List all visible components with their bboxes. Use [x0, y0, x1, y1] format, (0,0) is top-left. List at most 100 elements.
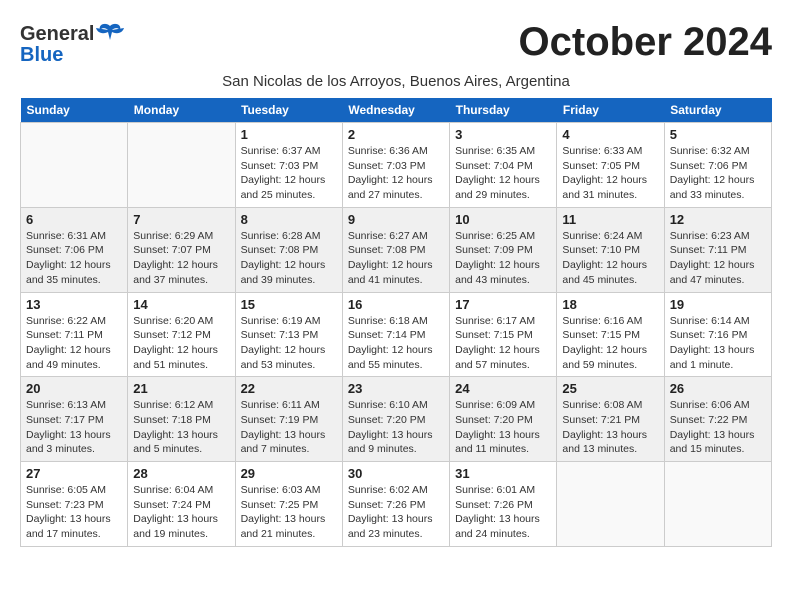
day-info: Sunrise: 6:13 AMSunset: 7:17 PMDaylight:…	[26, 398, 122, 457]
calendar-cell: 16 Sunrise: 6:18 AMSunset: 7:14 PMDayligh…	[342, 292, 449, 377]
calendar-cell	[664, 462, 771, 547]
calendar-cell: 27 Sunrise: 6:05 AMSunset: 7:23 PMDayligh…	[21, 462, 128, 547]
calendar-cell: 9 Sunrise: 6:27 AMSunset: 7:08 PMDaylight…	[342, 207, 449, 292]
day-info: Sunrise: 6:09 AMSunset: 7:20 PMDaylight:…	[455, 398, 551, 457]
calendar-day-header: Sunday	[21, 98, 128, 123]
day-info: Sunrise: 6:14 AMSunset: 7:16 PMDaylight:…	[670, 314, 766, 373]
page-header: General Blue October 2024	[20, 20, 772, 67]
day-number: 29	[241, 466, 337, 481]
day-number: 27	[26, 466, 122, 481]
calendar-cell: 1 Sunrise: 6:37 AMSunset: 7:03 PMDaylight…	[235, 123, 342, 208]
day-info: Sunrise: 6:27 AMSunset: 7:08 PMDaylight:…	[348, 229, 444, 288]
calendar-cell: 18 Sunrise: 6:16 AMSunset: 7:15 PMDayligh…	[557, 292, 664, 377]
calendar-cell: 7 Sunrise: 6:29 AMSunset: 7:07 PMDaylight…	[128, 207, 235, 292]
day-info: Sunrise: 6:28 AMSunset: 7:08 PMDaylight:…	[241, 229, 337, 288]
day-info: Sunrise: 6:18 AMSunset: 7:14 PMDaylight:…	[348, 314, 444, 373]
day-number: 28	[133, 466, 229, 481]
day-number: 9	[348, 212, 444, 227]
day-number: 12	[670, 212, 766, 227]
day-info: Sunrise: 6:33 AMSunset: 7:05 PMDaylight:…	[562, 144, 658, 203]
day-info: Sunrise: 6:29 AMSunset: 7:07 PMDaylight:…	[133, 229, 229, 288]
month-title: October 2024	[519, 20, 772, 65]
calendar-cell: 17 Sunrise: 6:17 AMSunset: 7:15 PMDayligh…	[450, 292, 557, 377]
calendar-cell: 3 Sunrise: 6:35 AMSunset: 7:04 PMDaylight…	[450, 123, 557, 208]
day-number: 13	[26, 297, 122, 312]
day-info: Sunrise: 6:35 AMSunset: 7:04 PMDaylight:…	[455, 144, 551, 203]
calendar-cell: 25 Sunrise: 6:08 AMSunset: 7:21 PMDayligh…	[557, 377, 664, 462]
calendar-subtitle: San Nicolas de los Arroyos, Buenos Aires…	[20, 73, 772, 90]
calendar-cell	[557, 462, 664, 547]
calendar-table: SundayMondayTuesdayWednesdayThursdayFrid…	[20, 98, 772, 547]
day-info: Sunrise: 6:20 AMSunset: 7:12 PMDaylight:…	[133, 314, 229, 373]
day-number: 7	[133, 212, 229, 227]
day-number: 5	[670, 127, 766, 142]
day-number: 24	[455, 381, 551, 396]
day-info: Sunrise: 6:03 AMSunset: 7:25 PMDaylight:…	[241, 483, 337, 542]
day-number: 11	[562, 212, 658, 227]
day-number: 17	[455, 297, 551, 312]
day-info: Sunrise: 6:06 AMSunset: 7:22 PMDaylight:…	[670, 398, 766, 457]
calendar-cell: 24 Sunrise: 6:09 AMSunset: 7:20 PMDayligh…	[450, 377, 557, 462]
calendar-cell: 23 Sunrise: 6:10 AMSunset: 7:20 PMDayligh…	[342, 377, 449, 462]
calendar-week-row: 1 Sunrise: 6:37 AMSunset: 7:03 PMDaylight…	[21, 123, 772, 208]
calendar-cell: 5 Sunrise: 6:32 AMSunset: 7:06 PMDaylight…	[664, 123, 771, 208]
calendar-day-header: Monday	[128, 98, 235, 123]
day-number: 22	[241, 381, 337, 396]
calendar-cell	[128, 123, 235, 208]
calendar-cell: 29 Sunrise: 6:03 AMSunset: 7:25 PMDayligh…	[235, 462, 342, 547]
logo-bird-icon	[96, 20, 124, 48]
day-info: Sunrise: 6:23 AMSunset: 7:11 PMDaylight:…	[670, 229, 766, 288]
calendar-day-header: Wednesday	[342, 98, 449, 123]
day-info: Sunrise: 6:25 AMSunset: 7:09 PMDaylight:…	[455, 229, 551, 288]
day-number: 16	[348, 297, 444, 312]
day-info: Sunrise: 6:32 AMSunset: 7:06 PMDaylight:…	[670, 144, 766, 203]
day-number: 21	[133, 381, 229, 396]
day-info: Sunrise: 6:36 AMSunset: 7:03 PMDaylight:…	[348, 144, 444, 203]
day-number: 30	[348, 466, 444, 481]
day-info: Sunrise: 6:08 AMSunset: 7:21 PMDaylight:…	[562, 398, 658, 457]
logo: General Blue	[20, 20, 124, 67]
calendar-cell: 26Sunrise: 6:06 AMSunset: 7:22 PMDayligh…	[664, 377, 771, 462]
day-info: Sunrise: 6:16 AMSunset: 7:15 PMDaylight:…	[562, 314, 658, 373]
calendar-cell: 22Sunrise: 6:11 AMSunset: 7:19 PMDayligh…	[235, 377, 342, 462]
day-number: 25	[562, 381, 658, 396]
day-info: Sunrise: 6:31 AMSunset: 7:06 PMDaylight:…	[26, 229, 122, 288]
calendar-cell: 4Sunrise: 6:33 AMSunset: 7:05 PMDaylight…	[557, 123, 664, 208]
calendar-day-header: Friday	[557, 98, 664, 123]
calendar-cell: 8Sunrise: 6:28 AMSunset: 7:08 PMDaylight…	[235, 207, 342, 292]
calendar-day-header: Tuesday	[235, 98, 342, 123]
calendar-cell: 10Sunrise: 6:25 AMSunset: 7:09 PMDayligh…	[450, 207, 557, 292]
day-number: 23	[348, 381, 444, 396]
calendar-week-row: 6 Sunrise: 6:31 AMSunset: 7:06 PMDaylight…	[21, 207, 772, 292]
day-info: Sunrise: 6:12 AMSunset: 7:18 PMDaylight:…	[133, 398, 229, 457]
day-info: Sunrise: 6:05 AMSunset: 7:23 PMDaylight:…	[26, 483, 122, 542]
day-info: Sunrise: 6:24 AMSunset: 7:10 PMDaylight:…	[562, 229, 658, 288]
day-number: 1	[241, 127, 337, 142]
calendar-week-row: 27 Sunrise: 6:05 AMSunset: 7:23 PMDayligh…	[21, 462, 772, 547]
calendar-cell: 31 Sunrise: 6:01 AMSunset: 7:26 PMDayligh…	[450, 462, 557, 547]
day-number: 18	[562, 297, 658, 312]
calendar-cell: 13Sunrise: 6:22 AMSunset: 7:11 PMDayligh…	[21, 292, 128, 377]
day-number: 14	[133, 297, 229, 312]
day-info: Sunrise: 6:01 AMSunset: 7:26 PMDaylight:…	[455, 483, 551, 542]
day-info: Sunrise: 6:04 AMSunset: 7:24 PMDaylight:…	[133, 483, 229, 542]
calendar-cell: 11 Sunrise: 6:24 AMSunset: 7:10 PMDayligh…	[557, 207, 664, 292]
day-info: Sunrise: 6:19 AMSunset: 7:13 PMDaylight:…	[241, 314, 337, 373]
day-info: Sunrise: 6:10 AMSunset: 7:20 PMDaylight:…	[348, 398, 444, 457]
day-number: 20	[26, 381, 122, 396]
calendar-cell: 30Sunrise: 6:02 AMSunset: 7:26 PMDayligh…	[342, 462, 449, 547]
calendar-cell: 21 Sunrise: 6:12 AMSunset: 7:18 PMDayligh…	[128, 377, 235, 462]
day-number: 6	[26, 212, 122, 227]
day-number: 2	[348, 127, 444, 142]
day-number: 3	[455, 127, 551, 142]
calendar-day-header: Saturday	[664, 98, 771, 123]
day-info: Sunrise: 6:37 AMSunset: 7:03 PMDaylight:…	[241, 144, 337, 203]
logo-text-general: General	[20, 23, 94, 46]
calendar-header-row: SundayMondayTuesdayWednesdayThursdayFrid…	[21, 98, 772, 123]
day-number: 19	[670, 297, 766, 312]
day-info: Sunrise: 6:17 AMSunset: 7:15 PMDaylight:…	[455, 314, 551, 373]
calendar-week-row: 20 Sunrise: 6:13 AMSunset: 7:17 PMDayligh…	[21, 377, 772, 462]
calendar-cell	[21, 123, 128, 208]
calendar-cell: 14 Sunrise: 6:20 AMSunset: 7:12 PMDayligh…	[128, 292, 235, 377]
day-number: 31	[455, 466, 551, 481]
